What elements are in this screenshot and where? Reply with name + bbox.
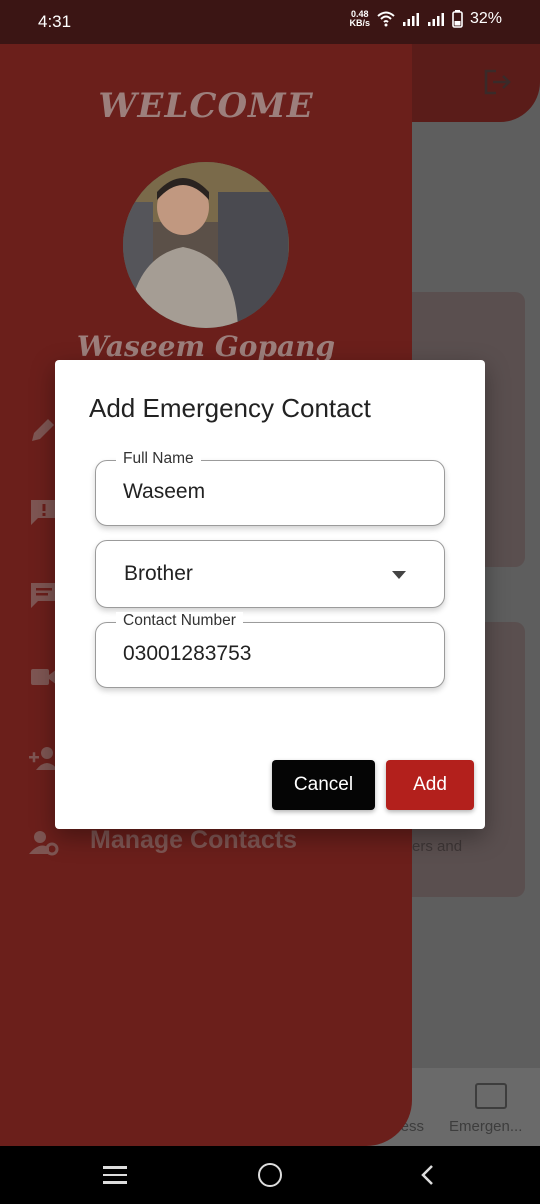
relation-value: Brother (124, 562, 193, 585)
status-icons: 0.48 KB/s 32% (349, 10, 502, 28)
relation-dropdown[interactable]: Brother (95, 540, 445, 608)
dialog-title: Add Emergency Contact (89, 393, 371, 423)
emergency-contact-icon (475, 1083, 507, 1109)
add-emergency-contact-dialog: Add Emergency Contact Full Name Waseem B… (55, 360, 485, 829)
welcome-heading: WELCOME (98, 86, 314, 126)
avatar[interactable] (123, 162, 289, 328)
avatar-image (123, 162, 289, 328)
wifi-icon (377, 11, 395, 27)
back-icon[interactable] (416, 1163, 440, 1187)
drawer-item-manage-contacts[interactable]: Manage Contacts (90, 826, 297, 855)
contact-number-label: Contact Number (116, 612, 243, 630)
recents-icon[interactable] (103, 1166, 127, 1184)
logout-icon[interactable] (482, 68, 512, 96)
battery-icon (452, 10, 463, 28)
manage-contacts-icon[interactable] (28, 828, 60, 858)
card-text: ers and (412, 838, 463, 855)
home-icon[interactable] (258, 1163, 282, 1187)
net-speed: 0.48 KB/s (349, 10, 370, 28)
nav-item-emergency[interactable]: Emergen... (449, 1118, 522, 1135)
add-button[interactable]: Add (386, 760, 474, 810)
signal-icon (427, 13, 444, 26)
user-name: Waseem Gopang (76, 330, 336, 363)
full-name-label: Full Name (116, 450, 201, 468)
dropdown-arrow-icon (392, 571, 406, 579)
status-time: 4:31 (38, 12, 72, 31)
full-name-field[interactable]: Full Name Waseem (95, 450, 445, 526)
signal-icon (402, 13, 419, 26)
contact-number-field[interactable]: Contact Number 03001283753 (95, 612, 445, 688)
battery-percent: 32% (469, 10, 502, 27)
net-speed-unit: KB/s (349, 18, 370, 28)
contact-number-value: 03001283753 (123, 642, 252, 665)
cancel-button[interactable]: Cancel (272, 760, 375, 810)
full-name-value: Waseem (123, 480, 206, 503)
system-nav-bar (0, 1146, 540, 1204)
status-bar: 4:31 0.48 KB/s 32% (0, 0, 540, 44)
